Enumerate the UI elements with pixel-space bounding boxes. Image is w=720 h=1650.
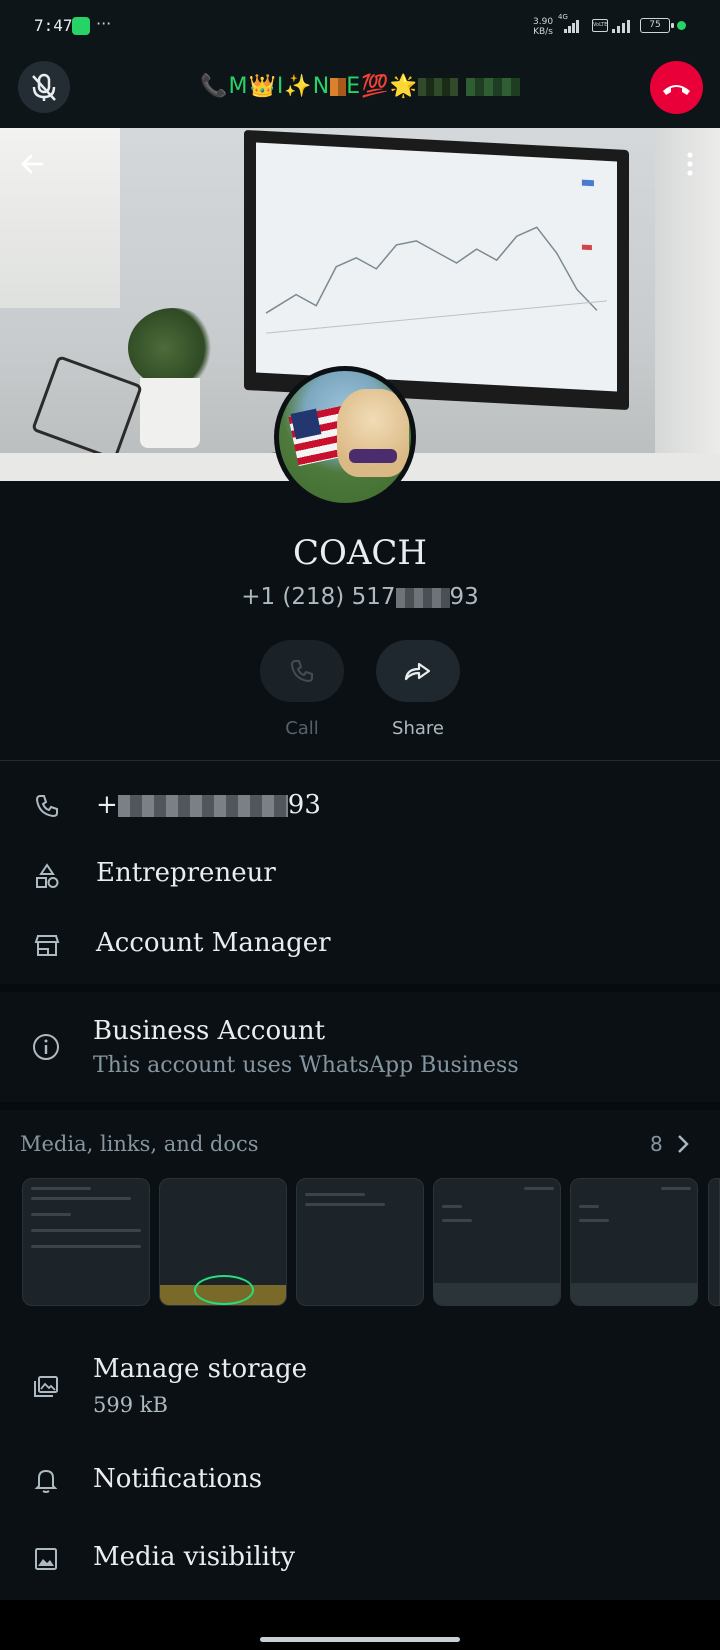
cover-terrarium	[31, 355, 143, 461]
business-phone-suffix: 93	[287, 790, 321, 820]
media-visibility-title[interactable]: Media visibility	[93, 1542, 295, 1572]
section-separator	[0, 984, 720, 992]
profile-phone-suffix: 93	[449, 584, 479, 610]
storage-folder-icon	[34, 1376, 58, 1397]
section-separator	[0, 1102, 720, 1110]
info-icon	[33, 1034, 59, 1060]
pixelated-mask-3	[465, 78, 520, 96]
image-icon	[35, 1548, 57, 1570]
cover-wall	[655, 128, 720, 481]
pixelated-mask	[330, 78, 347, 96]
status-time: 7:47	[34, 16, 73, 35]
pixelated-mask-2	[417, 78, 458, 96]
phone-redaction	[395, 587, 450, 608]
network-speed-unit: KB/s	[533, 27, 553, 37]
divider	[0, 760, 720, 761]
cover-plant-pot	[140, 378, 200, 448]
business-phone[interactable]: +93	[96, 790, 321, 820]
phone-redaction	[117, 795, 288, 817]
media-thumbnail[interactable]	[296, 1178, 424, 1306]
business-title: Account Manager	[96, 928, 331, 958]
mic-in-use-indicator	[677, 21, 686, 30]
volte-icon: VoLTE	[592, 19, 608, 32]
back-arrow-icon[interactable]	[16, 148, 48, 180]
signal-strength-icon: 4G	[558, 13, 582, 33]
media-thumbnail-partial[interactable]	[708, 1178, 720, 1306]
store-icon	[34, 935, 60, 956]
call-name-text: 📞M👑I✨N	[200, 74, 331, 99]
call-button[interactable]	[260, 640, 344, 702]
phone-icon	[290, 660, 313, 683]
cover-plant	[128, 308, 218, 388]
phone-icon	[35, 795, 58, 818]
profile-phone-prefix: +1 (218) 517	[241, 584, 396, 610]
stock-chart-graphic	[265, 179, 608, 334]
category-shapes-icon	[36, 863, 59, 888]
more-notifications-icon: ···	[96, 14, 112, 33]
business-category: Entrepreneur	[96, 858, 276, 888]
share-button[interactable]	[376, 640, 460, 702]
avatar-dog	[337, 389, 409, 477]
media-thumbnail[interactable]	[570, 1178, 698, 1306]
media-links-docs-title[interactable]: Media, links, and docs	[20, 1132, 259, 1156]
media-count[interactable]: 8	[650, 1132, 663, 1156]
call-label: Call	[285, 718, 319, 739]
network-type: 4G	[558, 13, 568, 21]
notifications-title[interactable]: Notifications	[93, 1464, 262, 1494]
profile-name: COACH	[292, 533, 428, 573]
ongoing-call-bar[interactable]: 📞M👑I✨N E💯🌟	[0, 52, 720, 128]
share-label: Share	[392, 718, 444, 739]
cover-monitor	[244, 129, 629, 411]
signal-strength-icon-2	[612, 19, 636, 33]
highlight-circle	[194, 1275, 254, 1305]
call-action[interactable]: Call	[260, 640, 344, 739]
business-account-subtitle: This account uses WhatsApp Business	[93, 1053, 519, 1078]
call-name-text-2: E💯🌟	[346, 74, 418, 99]
end-call-icon	[663, 85, 690, 95]
storage-size: 599 kB	[93, 1393, 168, 1417]
media-thumbnail[interactable]	[159, 1178, 287, 1306]
business-phone-prefix: +	[96, 790, 118, 820]
whatsapp-notification-icon	[72, 17, 90, 35]
media-thumbnail[interactable]	[433, 1178, 561, 1306]
status-bar: 7:47 ··· 3.90 KB/s 4G VoLTE 75	[0, 0, 720, 52]
manage-storage-title[interactable]: Manage storage	[93, 1354, 307, 1384]
network-speed-value: 3.90	[533, 17, 554, 27]
navigation-bar	[0, 1600, 720, 1650]
bell-icon	[34, 1469, 58, 1493]
end-call-button[interactable]	[650, 61, 703, 114]
media-thumbnail[interactable]	[22, 1178, 150, 1306]
more-options-icon[interactable]	[680, 150, 700, 178]
share-action[interactable]: Share	[376, 640, 460, 739]
home-indicator[interactable]	[260, 1637, 460, 1642]
business-account-title[interactable]: Business Account	[93, 1016, 325, 1046]
call-contact-name: 📞M👑I✨N E💯🌟	[0, 74, 720, 99]
network-speed: 3.90 KB/s	[533, 17, 553, 37]
battery-icon: 75	[640, 18, 674, 33]
share-icon	[404, 662, 431, 681]
chevron-right-icon[interactable]	[676, 1133, 690, 1155]
profile-phone: +1 (218) 517 93	[0, 584, 720, 610]
profile-avatar[interactable]	[274, 366, 416, 508]
